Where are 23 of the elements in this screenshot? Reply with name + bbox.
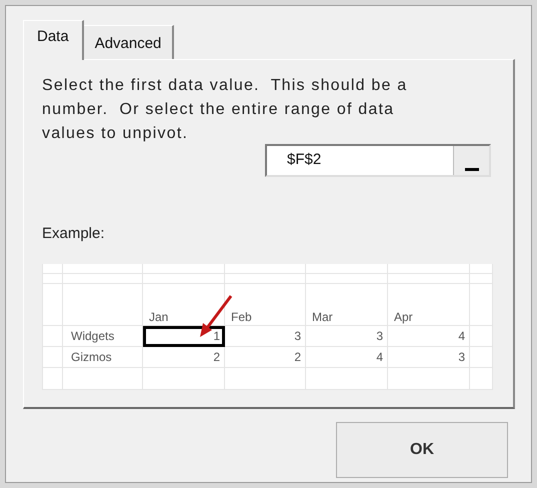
column-header: Mar [311,308,333,324]
column-header: Jan [148,308,168,324]
sheet-cell: 3 [306,326,388,346]
sheet-cell: 2 [143,346,225,368]
tab[interactable]: Advanced [84,25,174,59]
sheet-cell: 4 [306,346,388,368]
sheet-cell: 2 [225,346,306,368]
collapse-button[interactable] [453,146,489,175]
column-header: Feb [230,308,252,324]
tab[interactable]: Data [23,20,84,60]
row-label: Widgets [70,328,114,344]
sheet-cell: 1 [143,326,225,346]
sheet-cell: 3 [388,346,470,368]
instructions-text: Select the first data value. This should be a number. Or select the entire range of data values to unpivot. [42,76,408,144]
ok-button[interactable]: OK [336,422,508,478]
row-label: Gizmos [70,348,112,366]
sheet-cell: 4 [388,326,470,346]
collapse-icon [464,168,478,171]
sheet-cell: 3 [225,326,306,346]
range-value: $F$2 [286,150,322,170]
column-header: Apr [393,308,413,324]
range-field[interactable]: $F$2 [265,144,491,177]
example-label: Example: [42,224,106,244]
